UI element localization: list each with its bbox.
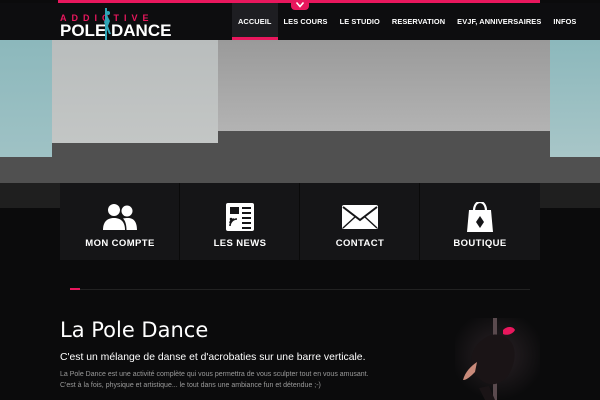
- tile-mon-compte[interactable]: MON COMPTE: [60, 183, 180, 260]
- quick-links: MON COMPTE LES NEWS CONTACT BOUTIQUE: [60, 183, 540, 260]
- hero-panel-mid-left: [52, 40, 218, 143]
- site-logo[interactable]: ADDICTIVE POLE DANCE: [60, 8, 171, 40]
- section-divider-accent: [70, 288, 80, 290]
- intro-line-2: C'est à la fois, physique et artistique.…: [60, 382, 321, 389]
- shopping-bag-icon: [467, 202, 493, 232]
- hero-panel-right: [550, 40, 600, 157]
- nav-item-le-studio[interactable]: LE STUDIO: [334, 3, 386, 40]
- intro-line-1: La Pole Dance est une activité complète …: [60, 371, 369, 378]
- hero-panel-left: [0, 40, 52, 157]
- nav-item-infos[interactable]: INFOS: [547, 3, 582, 40]
- page-subtitle: C'est un mélange de danse et d'acrobatie…: [60, 352, 366, 363]
- tile-contact[interactable]: CONTACT: [300, 183, 420, 260]
- chevron-down-icon: [296, 2, 304, 8]
- pole-dancer-icon: [104, 8, 111, 40]
- pole-dancer-photo: [455, 318, 540, 400]
- nav-item-accueil[interactable]: ACCUEIL: [232, 3, 278, 40]
- tile-label-contact: CONTACT: [335, 238, 385, 249]
- tile-les-news[interactable]: LES NEWS: [180, 183, 300, 260]
- section-divider: [70, 289, 530, 290]
- nav-item-evjf-anniversaires[interactable]: EVJF, ANNIVERSAIRES: [451, 3, 547, 40]
- tile-label-mon-compte: MON COMPTE: [85, 238, 155, 249]
- tile-label-les-news: LES NEWS: [213, 238, 267, 249]
- nav-item-reservation[interactable]: RESERVATION: [386, 3, 451, 40]
- users-icon: [103, 204, 137, 230]
- header-toggle-button[interactable]: [291, 0, 309, 10]
- main-nav: ACCUEIL LES COURS LE STUDIO RESERVATION …: [232, 3, 582, 40]
- envelope-icon: [342, 205, 378, 229]
- tile-boutique[interactable]: BOUTIQUE: [420, 183, 540, 260]
- logo-bottom-text: POLE DANCE: [60, 21, 172, 40]
- page-title: La Pole Dance: [60, 318, 209, 342]
- tile-label-boutique: BOUTIQUE: [453, 238, 507, 249]
- newspaper-icon: [226, 203, 254, 231]
- hero-panel-mid: [218, 40, 550, 131]
- intro-paragraph: La Pole Dance est une activité complète …: [60, 369, 400, 391]
